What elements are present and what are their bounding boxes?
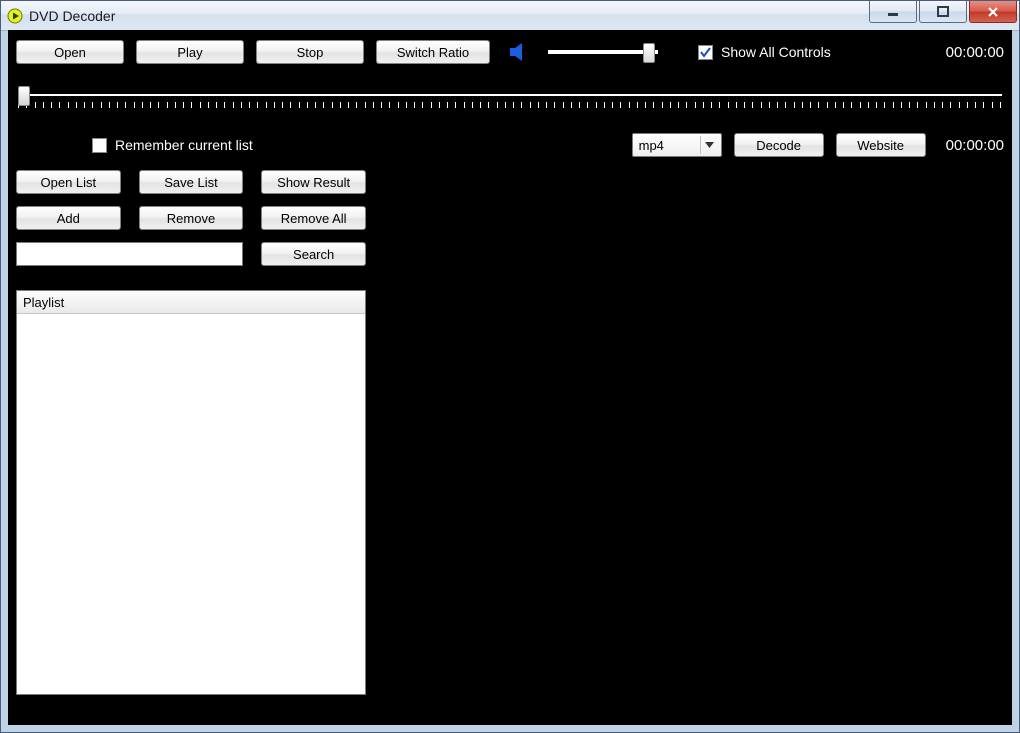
volume-thumb[interactable] [643,43,655,63]
stop-button[interactable]: Stop [256,40,364,64]
toolbar-top: Open Play Stop Switch Ratio Show All Con… [16,40,1004,64]
open-list-button[interactable]: Open List [16,170,121,194]
window-title: DVD Decoder [29,8,115,24]
title-bar: DVD Decoder [1,1,1019,31]
playlist-header[interactable]: Playlist [17,291,365,314]
remove-all-button[interactable]: Remove All [261,206,366,230]
time-display-top: 00:00:00 [946,44,1004,61]
website-button[interactable]: Website [836,133,926,157]
seek-bar[interactable] [18,90,1002,114]
chevron-down-icon [700,136,719,154]
save-list-button[interactable]: Save List [139,170,244,194]
seek-ticks [18,102,1002,110]
show-result-button[interactable]: Show Result [261,170,366,194]
format-select[interactable]: mp4 [632,133,722,157]
show-all-controls-label: Show All Controls [721,44,831,60]
minimize-button[interactable] [869,1,917,23]
format-selected: mp4 [639,138,664,153]
switch-ratio-button[interactable]: Switch Ratio [376,40,490,64]
checkbox-box [92,138,107,153]
volume-slider[interactable] [548,50,658,54]
window-controls [869,1,1019,23]
client-area: Open Play Stop Switch Ratio Show All Con… [8,30,1012,725]
close-button[interactable] [969,1,1017,23]
open-button[interactable]: Open [16,40,124,64]
maximize-button[interactable] [919,1,967,23]
search-input[interactable] [16,242,243,266]
remember-list-checkbox[interactable]: Remember current list [92,137,253,153]
app-icon [7,8,23,24]
remove-button[interactable]: Remove [139,206,244,230]
seek-track [18,94,1002,96]
checkbox-box [698,45,713,60]
time-display-bottom: 00:00:00 [946,137,1004,154]
list-toolbar: Open List Save List Show Result Add Remo… [16,170,366,266]
seek-thumb[interactable] [18,86,30,106]
search-button[interactable]: Search [261,242,366,266]
row2-right: mp4 Decode Website 00:00:00 [632,133,1004,157]
show-all-controls-checkbox[interactable]: Show All Controls [698,44,831,60]
decode-button[interactable]: Decode [734,133,824,157]
playlist-body[interactable] [17,313,365,694]
remember-list-label: Remember current list [115,137,253,153]
toolbar-second: Remember current list mp4 Decode Website… [8,132,1004,158]
close-icon [987,6,999,18]
play-button[interactable]: Play [136,40,244,64]
volume-icon [508,42,532,62]
checkmark-icon [700,47,711,58]
minimize-icon [887,6,899,18]
playlist-panel: Playlist [16,290,366,695]
add-button[interactable]: Add [16,206,121,230]
maximize-icon [937,6,949,18]
